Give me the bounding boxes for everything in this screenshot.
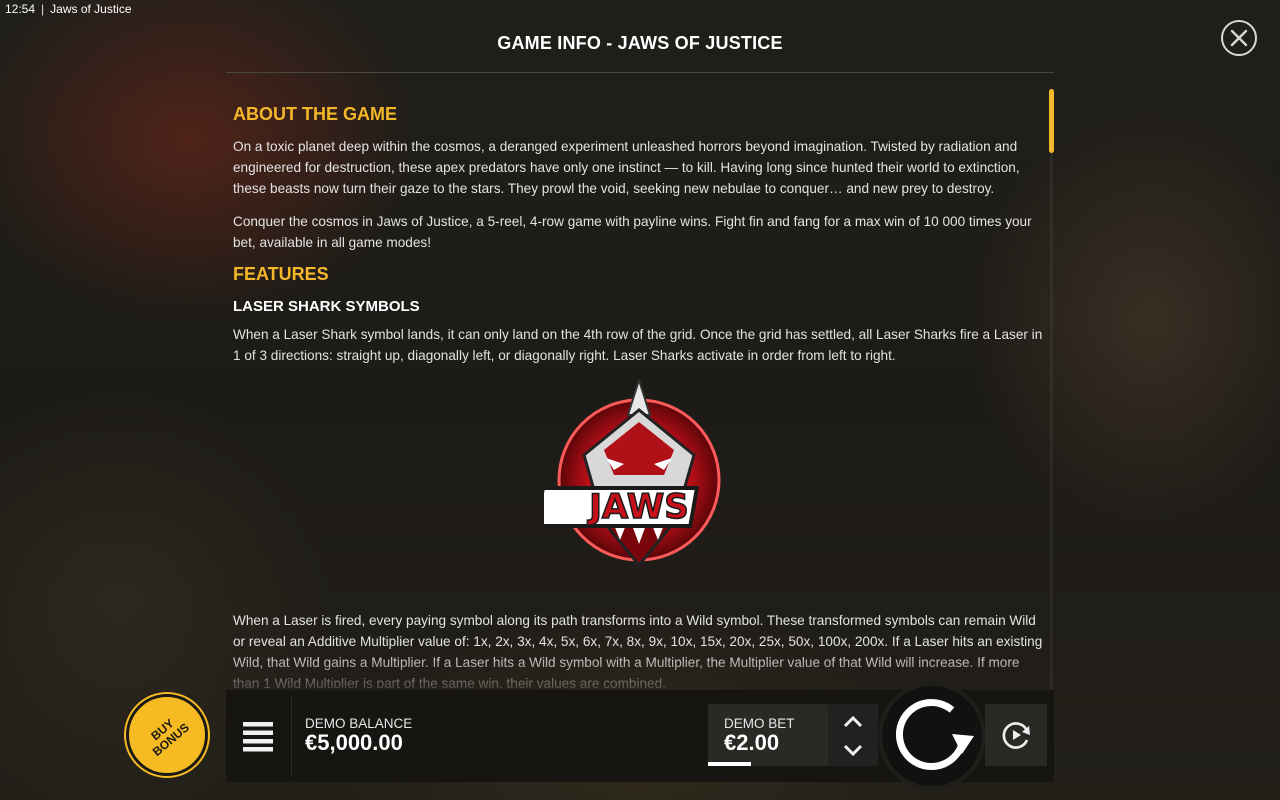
scrollbar-thumb[interactable] (1049, 89, 1054, 153)
menu-button[interactable] (240, 718, 276, 752)
laser-shark-symbol-image: JAWS (544, 380, 721, 568)
app-title: Jaws of Justice (50, 2, 132, 16)
balance-value: €5,000.00 (305, 730, 403, 755)
spin-button[interactable] (878, 682, 986, 790)
bar-divider (291, 695, 292, 777)
status-bar: 12:54 | Jaws of Justice (5, 2, 132, 16)
about-paragraph-1: On a toxic planet deep within the cosmos… (233, 139, 1020, 196)
panel-title: GAME INFO - JAWS OF JUSTICE (497, 33, 783, 53)
hamburger-menu-icon (243, 722, 273, 752)
bet-increase-button[interactable] (842, 712, 864, 732)
bet-level-bar (708, 762, 751, 766)
close-button[interactable] (1221, 20, 1257, 56)
spin-icon (896, 699, 974, 770)
features-heading: FEATURES (233, 264, 329, 284)
bet-value: €2.00 (724, 730, 780, 755)
autoplay-button[interactable] (985, 704, 1047, 766)
title-divider (226, 72, 1054, 73)
status-separator: | (41, 2, 45, 16)
symbol-logo-text: JAWS (587, 487, 688, 527)
game-info-content[interactable]: ABOUT THE GAME On a toxic planet deep wi… (233, 92, 1045, 688)
about-heading: ABOUT THE GAME (233, 104, 397, 124)
balance-label: DEMO BALANCE (305, 716, 413, 731)
laser-shark-paragraph-1: When a Laser Shark symbol lands, it can … (233, 327, 1043, 363)
bet-decrease-button[interactable] (842, 740, 864, 760)
chevron-up-icon (843, 715, 863, 728)
close-icon (1230, 29, 1248, 47)
autoplay-icon (1002, 722, 1030, 749)
clock: 12:54 (5, 2, 36, 16)
laser-shark-heading: LASER SHARK SYMBOLS (233, 298, 420, 315)
bet-label: DEMO BET (724, 716, 795, 731)
about-paragraph-2: Conquer the cosmos in Jaws of Justice, a… (233, 214, 1032, 250)
scrollbar-track[interactable] (1050, 89, 1053, 689)
chevron-down-icon (843, 744, 863, 757)
buy-bonus-button[interactable]: BUY BONUS (126, 694, 208, 776)
laser-shark-paragraph-2: When a Laser is fired, every paying symb… (233, 613, 1043, 688)
buy-bonus-label: BUY BONUS (148, 716, 192, 759)
